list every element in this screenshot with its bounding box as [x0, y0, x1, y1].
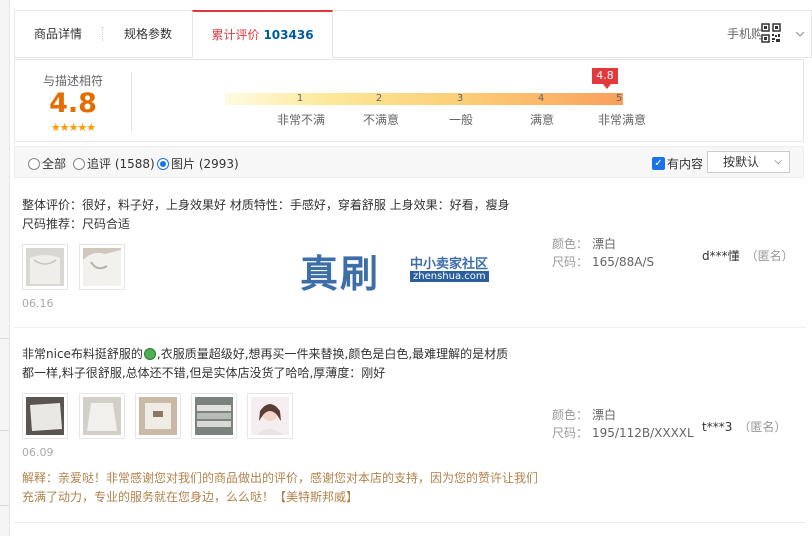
star-rating: ★★★★★ [50, 121, 96, 134]
review-item: 非常nice布料挺舒服的 ,衣服质量超级好,想再买一件来替换,颜色是白色,最难理解… [14, 329, 806, 523]
review-photo-thumb[interactable] [79, 244, 125, 290]
review-date: 06.16 [22, 297, 54, 310]
reviewer-name: d***懂 [702, 249, 740, 263]
watermark-tagline: 中小卖家社区 [410, 257, 489, 272]
tab-reviews[interactable]: 累计评价 103436 [192, 10, 333, 58]
review-text: 整体评价：很好，料子好，上身效果好 材质特性：手感好，穿着舒服 上身效果：好看，… [22, 198, 510, 231]
score-box: 与描述相符 4.8 ★★★★★ [15, 60, 131, 141]
photo-folded-shirt [26, 397, 64, 435]
photo-white-shirt [26, 248, 64, 286]
scale-num-3: 3 [456, 93, 464, 104]
emoji-icon [143, 348, 156, 360]
review-text: 非常nice布料挺舒服的 ,衣服质量超级好,想再买一件来替换,颜色是白色,最难理解… [22, 345, 514, 383]
sort-value: 按默认 [723, 155, 760, 169]
scale-label-4: 满意 [529, 113, 554, 127]
review-size: 尺码： 195/112B/XXXXL [552, 423, 694, 443]
scale-num-1: 1 [296, 93, 304, 104]
scale-label-1: 非常不满 [276, 113, 325, 127]
rating-summary: 与描述相符 4.8 ★★★★★ 1 2 3 4 5 非常不满 不满意 一般 满意… [14, 59, 804, 142]
tab-specifications[interactable]: 规格参数 [103, 11, 193, 57]
size-label: 尺码： [552, 426, 589, 440]
review-color: 颜色： 漂白 [552, 405, 616, 425]
qr-code-icon[interactable] [761, 23, 781, 43]
rating-scale-bar [225, 93, 623, 105]
photo-shirt-collar [83, 248, 121, 286]
filter-followup-label: 追评 (1588) [87, 157, 155, 171]
score-marker-tip [603, 84, 611, 89]
sort-dropdown[interactable]: 按默认 ⌵ [707, 151, 790, 173]
has-content-label: 有内容 [667, 157, 704, 171]
review-photo-thumb[interactable] [22, 244, 68, 290]
reviewer: d***懂 （匿名） [702, 247, 794, 264]
review-photo-thumb[interactable] [22, 393, 68, 439]
size-value: 195/112B/XXXXL [592, 426, 694, 440]
photo-shirt-flat [83, 397, 121, 435]
review-photo-thumb[interactable] [247, 393, 293, 439]
color-label: 颜色： [552, 408, 589, 422]
scale-label-2: 不满意 [362, 113, 399, 127]
strip-divider [0, 505, 9, 506]
photo-shirt-tag [139, 397, 177, 435]
product-tabs: 商品详情 规格参数 累计评价 103436 手机购买 [14, 10, 812, 58]
filter-all-label: 全部 [42, 157, 67, 171]
scale-num-2: 2 [375, 93, 383, 104]
left-strip [0, 0, 10, 536]
filter-followup-radio[interactable]: 追评 (1588) [73, 155, 155, 172]
review-size: 尺码： 165/88A/S [552, 252, 654, 272]
radio-icon [73, 157, 85, 170]
watermark-logo: 真刷 [300, 251, 381, 296]
filter-pictures-radio[interactable]: 图片 (2993) [157, 155, 239, 172]
chevron-down-icon: ⌵ [774, 156, 782, 167]
radio-selected-icon [157, 157, 169, 170]
review-date: 06.09 [22, 446, 54, 459]
photo-selfie [251, 397, 289, 435]
scale-label-3: 一般 [448, 113, 473, 127]
radio-icon [28, 157, 40, 170]
strip-divider [0, 430, 9, 431]
summary-divider [131, 72, 132, 132]
color-label: 颜色： [552, 237, 589, 251]
scale-label-5: 非常满意 [597, 113, 646, 127]
anonymous-tag: （匿名） [745, 249, 794, 263]
scale-num-5: 5 [615, 93, 623, 104]
size-label: 尺码： [552, 255, 589, 269]
score-marker: 4.8 [592, 68, 618, 84]
site-watermark: 真刷 中小卖家社区 zhenshua.com [300, 243, 520, 296]
review-photo-thumb[interactable] [135, 393, 181, 439]
review-text-part: 非常nice布料挺舒服的 [22, 347, 143, 361]
watermark-url: zhenshua.com [410, 271, 489, 282]
score-label: 与描述相符 [42, 74, 103, 88]
color-value: 漂白 [592, 408, 617, 422]
review-photo-thumb[interactable] [79, 393, 125, 439]
photo-stacked-shirts [195, 397, 233, 435]
has-content-checkbox[interactable]: ✓ 有内容 [652, 155, 703, 172]
tab-reviews-label: 累计评价 [211, 28, 260, 42]
reviewer: t***3 （匿名） [702, 418, 786, 435]
strip-divider [0, 338, 9, 339]
review-color: 颜色： 漂白 [552, 234, 616, 254]
anonymous-tag: （匿名） [738, 420, 787, 434]
size-value: 165/88A/S [592, 255, 655, 269]
reviewer-name: t***3 [702, 420, 733, 434]
tab-product-detail[interactable]: 商品详情 [15, 11, 101, 57]
caret-down-icon [795, 31, 805, 37]
checkmark-icon: ✓ [652, 157, 665, 170]
score-value: 4.8 [49, 88, 97, 119]
filter-pictures-label: 图片 (2993) [171, 157, 239, 171]
review-filter-bar: 全部 追评 (1588) 图片 (2993) ✓ 有内容 按默认 ⌵ [14, 146, 804, 178]
scale-num-4: 4 [537, 93, 545, 104]
seller-reply: 解释：亲爱哒！非常感谢您对我们的商品做出的评价，感谢您对本店的支持，因为您的赞许… [22, 471, 539, 504]
color-value: 漂白 [592, 237, 617, 251]
review-photo-thumb[interactable] [191, 393, 237, 439]
filter-all-radio[interactable]: 全部 [28, 155, 66, 172]
review-count: 103436 [263, 28, 314, 42]
